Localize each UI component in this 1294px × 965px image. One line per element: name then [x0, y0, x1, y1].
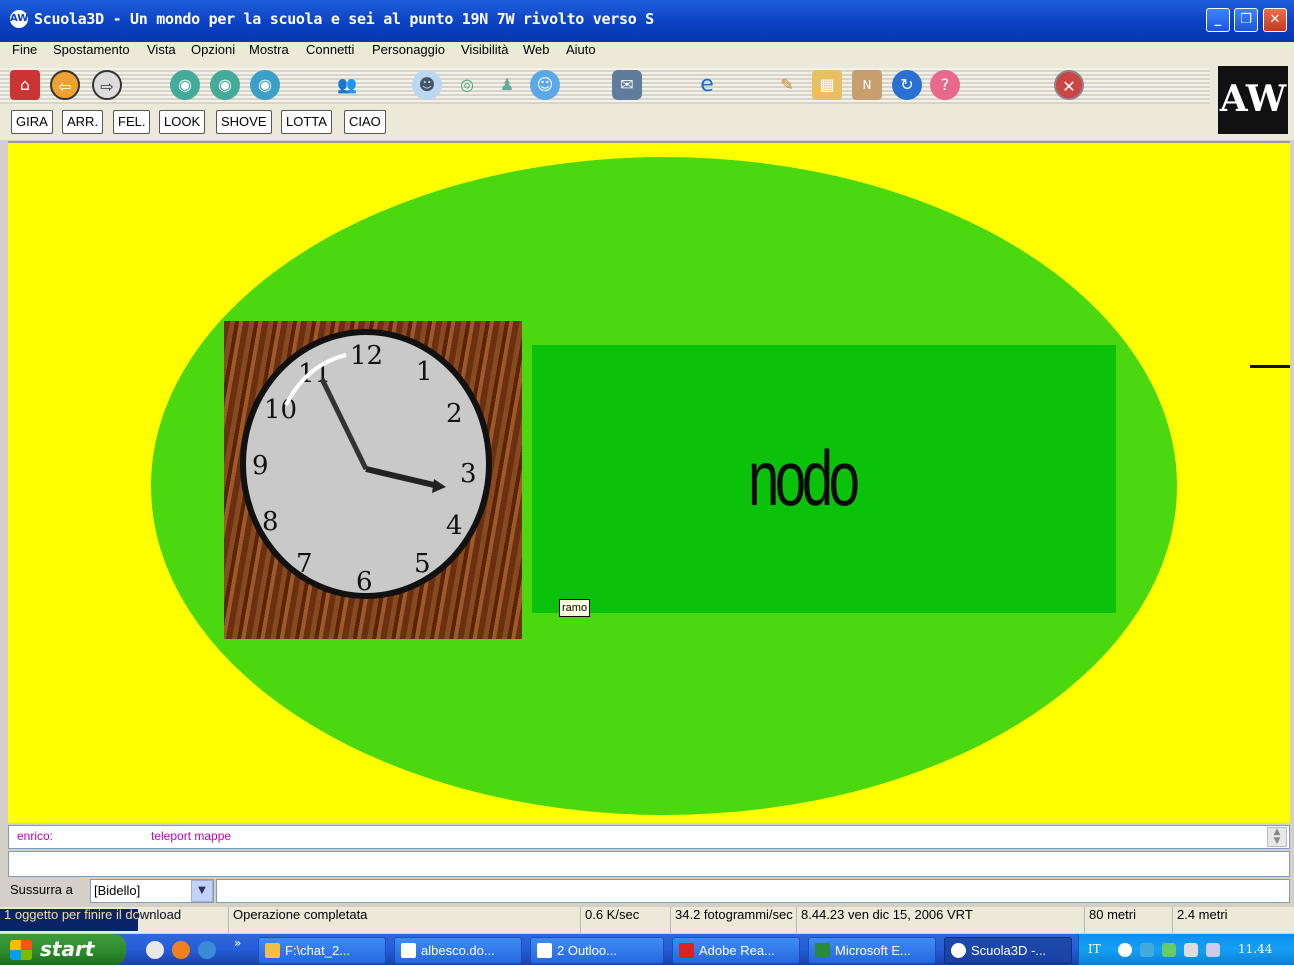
eye-look-icon[interactable]: ◉	[210, 70, 240, 100]
arr-button[interactable]: ARR.	[62, 110, 104, 134]
ciao-button[interactable]: CIAO	[344, 110, 386, 134]
window-title: Scuola3D - Un mondo per la scuola e sei …	[34, 10, 654, 28]
media-player-icon[interactable]	[172, 941, 190, 959]
aw-app-icon	[951, 943, 966, 958]
chat-sender: enrico:	[17, 829, 54, 843]
home-icon[interactable]: ⌂	[10, 70, 40, 100]
menu-connetti[interactable]: Connetti	[306, 42, 354, 66]
folder-icon	[265, 943, 280, 958]
task-outlook[interactable]: 2 Outloo...	[530, 937, 664, 964]
chat-input[interactable]	[8, 851, 1290, 877]
eye-aside-icon[interactable]: ◉	[250, 70, 280, 100]
shove-button[interactable]: SHOVE	[216, 110, 272, 134]
adobe-reader-icon	[679, 943, 694, 958]
status-operation: Operazione completata	[228, 907, 580, 933]
avatar-group-icon[interactable]: ☺	[530, 70, 560, 100]
word-document-icon	[401, 943, 416, 958]
help-icon[interactable]: ?	[930, 70, 960, 100]
stop-icon[interactable]: ✕	[1054, 70, 1084, 100]
restore-button[interactable]: ❐	[1234, 8, 1258, 32]
clock-hands	[284, 353, 446, 493]
forward-icon[interactable]: ⇨	[92, 70, 122, 100]
status-datetime: 8.44.23 ven dic 15, 2006 VRT	[796, 907, 1084, 933]
avatar-icon[interactable]: ☻	[412, 70, 442, 100]
map-icon[interactable]: ▦	[812, 70, 842, 100]
task-scuola3d[interactable]: Scuola3D -...	[944, 937, 1072, 964]
task-folder[interactable]: F:\chat_2...	[258, 937, 386, 964]
tools-icon[interactable]: ✎	[772, 70, 802, 100]
compass-icon[interactable]: N	[852, 70, 882, 100]
close-button[interactable]: ✕	[1263, 8, 1287, 32]
task-adobe-reader[interactable]: Adobe Rea...	[672, 937, 800, 964]
chat-icon[interactable]: ✉	[612, 70, 642, 100]
menu-spostamento[interactable]: Spostamento	[53, 42, 130, 66]
menu-visibilita[interactable]: Visibilità	[461, 42, 508, 66]
avatar-single-icon[interactable]: ♟	[492, 70, 522, 100]
back-icon[interactable]: ⇦	[50, 70, 80, 100]
status-fps: 34.2 fotogrammi/sec	[670, 907, 796, 933]
chat-scroll-arrows[interactable]: ▲ ▼	[1267, 827, 1287, 847]
status-height: 2.4 metri	[1172, 907, 1284, 933]
menu-fine[interactable]: Fine	[12, 42, 37, 66]
menu-web[interactable]: Web	[523, 42, 550, 66]
task-word[interactable]: albesco.do...	[394, 937, 522, 964]
minimize-button[interactable]: _	[1206, 8, 1230, 32]
whisper-label: Sussurra a	[10, 882, 73, 897]
eye-icon[interactable]: ◉	[170, 70, 200, 100]
menu-vista[interactable]: Vista	[147, 42, 176, 66]
chevron-down-icon[interactable]: ▼	[191, 880, 213, 902]
status-speed: 0.6 K/sec	[580, 907, 670, 933]
refresh-icon[interactable]: ↻	[892, 70, 922, 100]
aw-logo: AW	[1218, 66, 1288, 134]
monitor-icon[interactable]	[1206, 943, 1220, 957]
app-logo-icon[interactable]: AW	[10, 10, 28, 28]
avatar-visibility-icon[interactable]: ◎	[452, 70, 482, 100]
taskbar-clock: 11.44	[1238, 942, 1273, 956]
status-distance: 80 metri	[1084, 907, 1172, 933]
3d-viewport[interactable]: 12 1 2 3 4 5 6 7 8 9 10 11 nodo ramo	[8, 141, 1290, 823]
task-excel[interactable]: Microsoft E...	[808, 937, 936, 964]
gira-button[interactable]: GIRA	[11, 110, 53, 134]
fel-button[interactable]: FEL.	[113, 110, 151, 134]
language-indicator[interactable]: IT	[1088, 934, 1101, 965]
ramo-tooltip: ramo	[559, 599, 591, 617]
panda-icon[interactable]	[146, 941, 164, 959]
tray-app-icon[interactable]	[1162, 943, 1176, 957]
menu-opzioni[interactable]: Opzioni	[191, 42, 235, 66]
network-icon[interactable]	[1140, 943, 1154, 957]
nodo-sign-text: nodo	[748, 434, 860, 522]
status-download: 1 oggetto per finire il download	[0, 907, 228, 933]
menu-aiuto[interactable]: Aiuto	[566, 42, 596, 66]
browser-icon[interactable]: e	[692, 70, 722, 100]
display-icon[interactable]	[1184, 943, 1198, 957]
windows-logo-icon	[10, 940, 32, 960]
excel-icon	[815, 943, 830, 958]
menu-personaggio[interactable]: Personaggio	[372, 42, 445, 66]
chat-message: teleport mappe	[151, 829, 232, 843]
outlook-icon	[537, 943, 552, 958]
quicklaunch-more[interactable]: »	[234, 936, 241, 950]
tray-expand-icon[interactable]	[1118, 943, 1132, 957]
menu-mostra[interactable]: Mostra	[249, 42, 289, 66]
clock-face: 12 1 2 3 4 5 6 7 8 9 10 11	[240, 329, 492, 599]
lotta-button[interactable]: LOTTA	[281, 110, 332, 134]
whisper-input[interactable]	[216, 879, 1290, 903]
people-icon[interactable]: 👥	[332, 70, 362, 100]
look-button[interactable]: LOOK	[159, 110, 206, 134]
distant-object-marker	[1250, 365, 1290, 368]
internet-explorer-icon[interactable]	[198, 941, 216, 959]
